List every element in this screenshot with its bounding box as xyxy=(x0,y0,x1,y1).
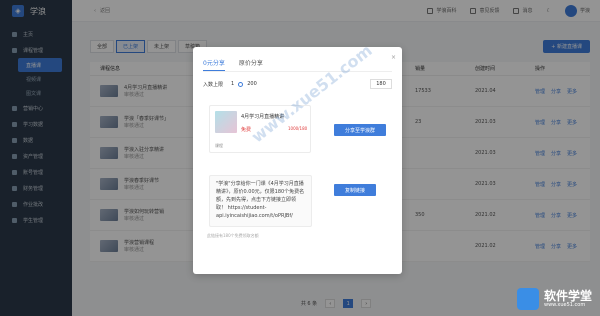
limit-label: 入数上限 xyxy=(203,81,224,88)
limit-row: 入数上限 1 200 180 xyxy=(203,79,392,89)
watermark-logo-icon xyxy=(516,288,539,310)
course-quota: 1000/180 xyxy=(288,126,308,131)
slider-handle[interactable] xyxy=(238,81,244,87)
limit-input[interactable]: 180 xyxy=(370,79,392,89)
course-tag: 课程 xyxy=(215,143,223,148)
quota-hint: 此链接有180个免费领取名额 xyxy=(207,233,259,238)
tab-original-share[interactable]: 原价分享 xyxy=(239,58,263,71)
course-poster xyxy=(215,111,237,133)
share-text-box[interactable]: "学浪"分享给你一门课《4月学习月直播精讲》，原价0.00元，仅限180个免费名… xyxy=(209,175,312,227)
share-tabs: 0元分享 原价分享 xyxy=(203,58,263,71)
share-modal: × 0元分享 原价分享 入数上限 1 200 180 4月学习月直播精讲 免费 … xyxy=(193,47,402,274)
watermark-badge: 软件学堂 www.xue51.com xyxy=(516,288,592,310)
copy-link-button[interactable]: 复制链接 xyxy=(334,184,376,196)
close-icon[interactable]: × xyxy=(391,54,396,61)
tab-free-share[interactable]: 0元分享 xyxy=(203,58,225,71)
share-to-group-button[interactable]: 分享至学浪群 xyxy=(334,124,386,136)
